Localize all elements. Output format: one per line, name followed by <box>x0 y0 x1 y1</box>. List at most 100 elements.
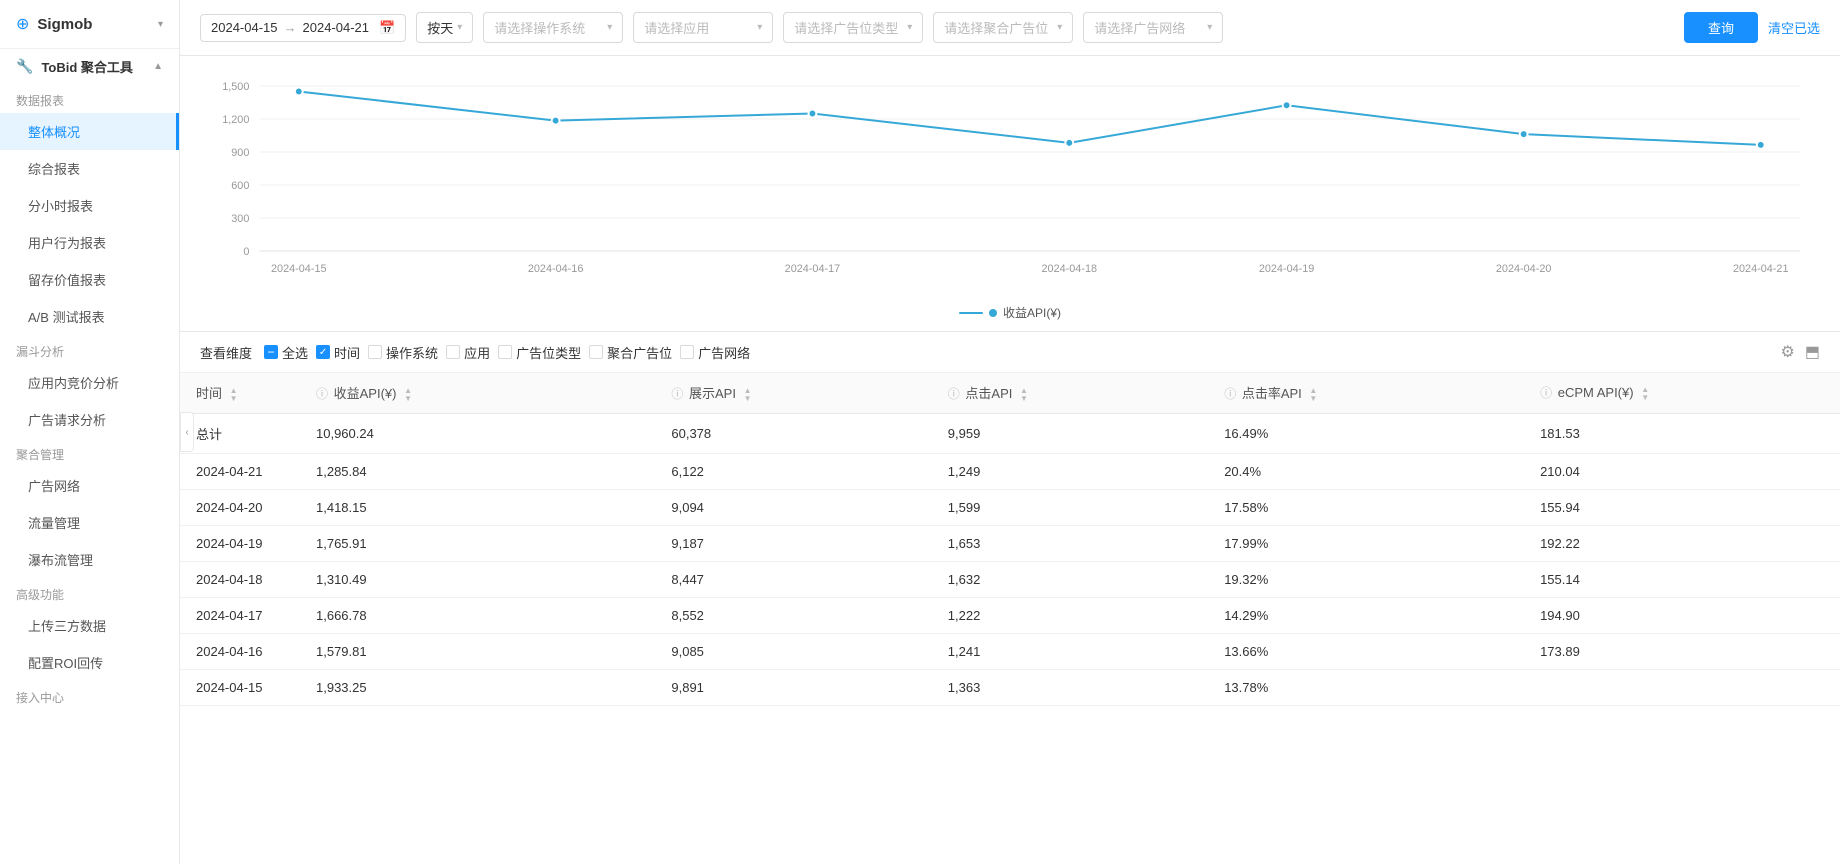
sidebar-item-traffic[interactable]: 流量管理 <box>0 504 179 541</box>
svg-text:900: 900 <box>231 147 249 159</box>
table-row: 2024-04-17 1,666.78 8,552 1,222 14.29% 1… <box>180 597 1840 633</box>
os-filter[interactable]: 请选择操作系统 ▾ <box>483 12 623 43</box>
app-checkbox[interactable] <box>446 345 460 359</box>
sidebar-item-ad-request[interactable]: 广告请求分析 <box>0 401 179 438</box>
row-2-time: 2024-04-19 <box>180 525 300 561</box>
granularity-label: 按天 <box>427 18 453 37</box>
adtype-checkbox[interactable] <box>498 345 512 359</box>
sidebar-item-hourly[interactable]: 分小时报表 <box>0 187 179 224</box>
all-checkbox[interactable] <box>264 345 278 359</box>
th-click[interactable]: ⓘ 点击API ▲▼ <box>932 373 1208 413</box>
category-integration: 接入中心 <box>0 681 179 710</box>
th-time-sort[interactable]: ▲▼ <box>230 387 238 403</box>
table-row: 2024-04-16 1,579.81 9,085 1,241 13.66% 1… <box>180 633 1840 669</box>
filter-bar: 2024-04-15 → 2024-04-21 📅 按天 ▾ 请选择操作系统 ▾… <box>180 0 1840 56</box>
adposition-filter[interactable]: 请选择聚合广告位 ▾ <box>933 12 1073 43</box>
tobid-section-header[interactable]: 🔧 ToBid 聚合工具 ▲ <box>0 49 179 84</box>
sidebar-collapse-button[interactable]: ‹ <box>180 412 194 452</box>
row-6-impression: 9,891 <box>655 669 931 705</box>
svg-text:2024-04-20: 2024-04-20 <box>1496 263 1552 275</box>
th-ctr-label: 点击率API <box>1242 386 1302 401</box>
app-filter[interactable]: 请选择应用 ▾ <box>633 12 773 43</box>
row-5-time: 2024-04-16 <box>180 633 300 669</box>
th-impression-help-icon: ⓘ <box>671 387 683 401</box>
checkbox-adtype[interactable]: 广告位类型 <box>498 343 581 362</box>
legend-line-icon <box>959 312 983 314</box>
adtype-label: 广告位类型 <box>516 343 581 362</box>
th-impression-sort[interactable]: ▲▼ <box>744 387 752 403</box>
th-ctr[interactable]: ⓘ 点击率API ▲▼ <box>1208 373 1524 413</box>
app-placeholder: 请选择应用 <box>644 18 709 37</box>
th-revenue[interactable]: ⓘ 收益API(¥) ▲▼ <box>300 373 655 413</box>
clear-button[interactable]: 清空已选 <box>1768 18 1820 37</box>
sidebar-item-in-app-bid[interactable]: 应用内竞价分析 <box>0 364 179 401</box>
tobid-arrow: ▲ <box>153 61 163 72</box>
row-6-ctr: 13.78% <box>1208 669 1524 705</box>
svg-text:2024-04-15: 2024-04-15 <box>271 263 327 275</box>
table-row-total: 总计 10,960.24 60,378 9,959 16.49% 181.53 <box>180 413 1840 453</box>
sidebar-item-waterfall[interactable]: 瀑布流管理 <box>0 541 179 578</box>
checkbox-app[interactable]: 应用 <box>446 343 490 362</box>
th-impression-label: 展示API <box>689 386 736 401</box>
checkbox-all[interactable]: 全选 <box>264 343 308 362</box>
row-6-time: 2024-04-15 <box>180 669 300 705</box>
granularity-select[interactable]: 按天 ▾ <box>416 12 473 43</box>
th-impression[interactable]: ⓘ 展示API ▲▼ <box>655 373 931 413</box>
row-2-impression: 9,187 <box>655 525 931 561</box>
th-click-sort[interactable]: ▲▼ <box>1020 387 1028 403</box>
row-6-ecpm <box>1524 669 1840 705</box>
chart-wrap: 1,500 1,200 900 600 300 0 2024-04-15 202… <box>200 76 1820 296</box>
settings-icon[interactable]: ⚙ <box>1781 342 1795 362</box>
table-row: 2024-04-15 1,933.25 9,891 1,363 13.78% <box>180 669 1840 705</box>
adnetwork-filter[interactable]: 请选择广告网络 ▾ <box>1083 12 1223 43</box>
table-toolbar: 查看维度 全选 时间 操作系统 应用 广告位类型 <box>180 332 1840 373</box>
adnetwork-checkbox[interactable] <box>680 345 694 359</box>
date-range-picker[interactable]: 2024-04-15 → 2024-04-21 📅 <box>200 14 406 42</box>
sidebar-item-roi-config[interactable]: 配置ROI回传 <box>0 644 179 681</box>
sidebar-item-comprehensive[interactable]: 综合报表 <box>0 150 179 187</box>
table-row: 2024-04-21 1,285.84 6,122 1,249 20.4% 21… <box>180 453 1840 489</box>
th-ecpm-sort[interactable]: ▲▼ <box>1641 386 1649 402</box>
th-revenue-sort[interactable]: ▲▼ <box>404 387 412 403</box>
tobid-title: ToBid 聚合工具 <box>41 57 132 76</box>
toolbar-right-actions: ⚙ ⬒ <box>1781 342 1820 362</box>
category-funnel: 漏斗分析 <box>0 335 179 364</box>
checkbox-os[interactable]: 操作系统 <box>368 343 438 362</box>
os-checkbox[interactable] <box>368 345 382 359</box>
th-ctr-sort[interactable]: ▲▼ <box>1309 387 1317 403</box>
chart-container: 1,500 1,200 900 600 300 0 2024-04-15 202… <box>180 56 1840 332</box>
checkbox-adposition[interactable]: 聚合广告位 <box>589 343 672 362</box>
time-checkbox[interactable] <box>316 345 330 359</box>
row-3-click: 1,632 <box>932 561 1208 597</box>
sidebar-item-overview[interactable]: 整体概况 <box>0 113 179 150</box>
export-icon[interactable]: ⬒ <box>1805 342 1820 362</box>
total-ecpm: 181.53 <box>1524 413 1840 453</box>
sidebar-item-upload-data[interactable]: 上传三方数据 <box>0 607 179 644</box>
sidebar-logo[interactable]: ⊕ Sigmob ▾ <box>0 0 179 49</box>
sidebar-item-retention[interactable]: 留存价值报表 <box>0 261 179 298</box>
logo-text: Sigmob <box>37 16 92 33</box>
svg-text:2024-04-16: 2024-04-16 <box>528 263 584 275</box>
chart-legend-label: 收益API(¥) <box>1003 304 1061 321</box>
adnetwork-arrow-icon: ▾ <box>1207 22 1212 33</box>
sidebar-item-ad-network[interactable]: 广告网络 <box>0 467 179 504</box>
adposition-checkbox[interactable] <box>589 345 603 359</box>
checkbox-time[interactable]: 时间 <box>316 343 360 362</box>
row-0-impression: 6,122 <box>655 453 931 489</box>
adposition-placeholder: 请选择聚合广告位 <box>944 18 1048 37</box>
row-0-click: 1,249 <box>932 453 1208 489</box>
row-0-time: 2024-04-21 <box>180 453 300 489</box>
sidebar-item-ab-test[interactable]: A/B 测试报表 <box>0 298 179 335</box>
sidebar-item-user-behavior[interactable]: 用户行为报表 <box>0 224 179 261</box>
adtype-filter[interactable]: 请选择广告位类型 ▾ <box>783 12 923 43</box>
checkbox-adnetwork[interactable]: 广告网络 <box>680 343 750 362</box>
table-row: 2024-04-20 1,418.15 9,094 1,599 17.58% 1… <box>180 489 1840 525</box>
adposition-arrow-icon: ▾ <box>1057 22 1062 33</box>
th-time[interactable]: 时间 ▲▼ <box>180 373 300 413</box>
query-button[interactable]: 查询 <box>1684 12 1758 43</box>
svg-text:2024-04-19: 2024-04-19 <box>1259 263 1315 275</box>
th-time-label: 时间 <box>196 386 222 401</box>
svg-text:600: 600 <box>231 180 249 192</box>
th-ecpm[interactable]: ⓘ eCPM API(¥) ▲▼ <box>1524 373 1840 413</box>
row-0-ecpm: 210.04 <box>1524 453 1840 489</box>
